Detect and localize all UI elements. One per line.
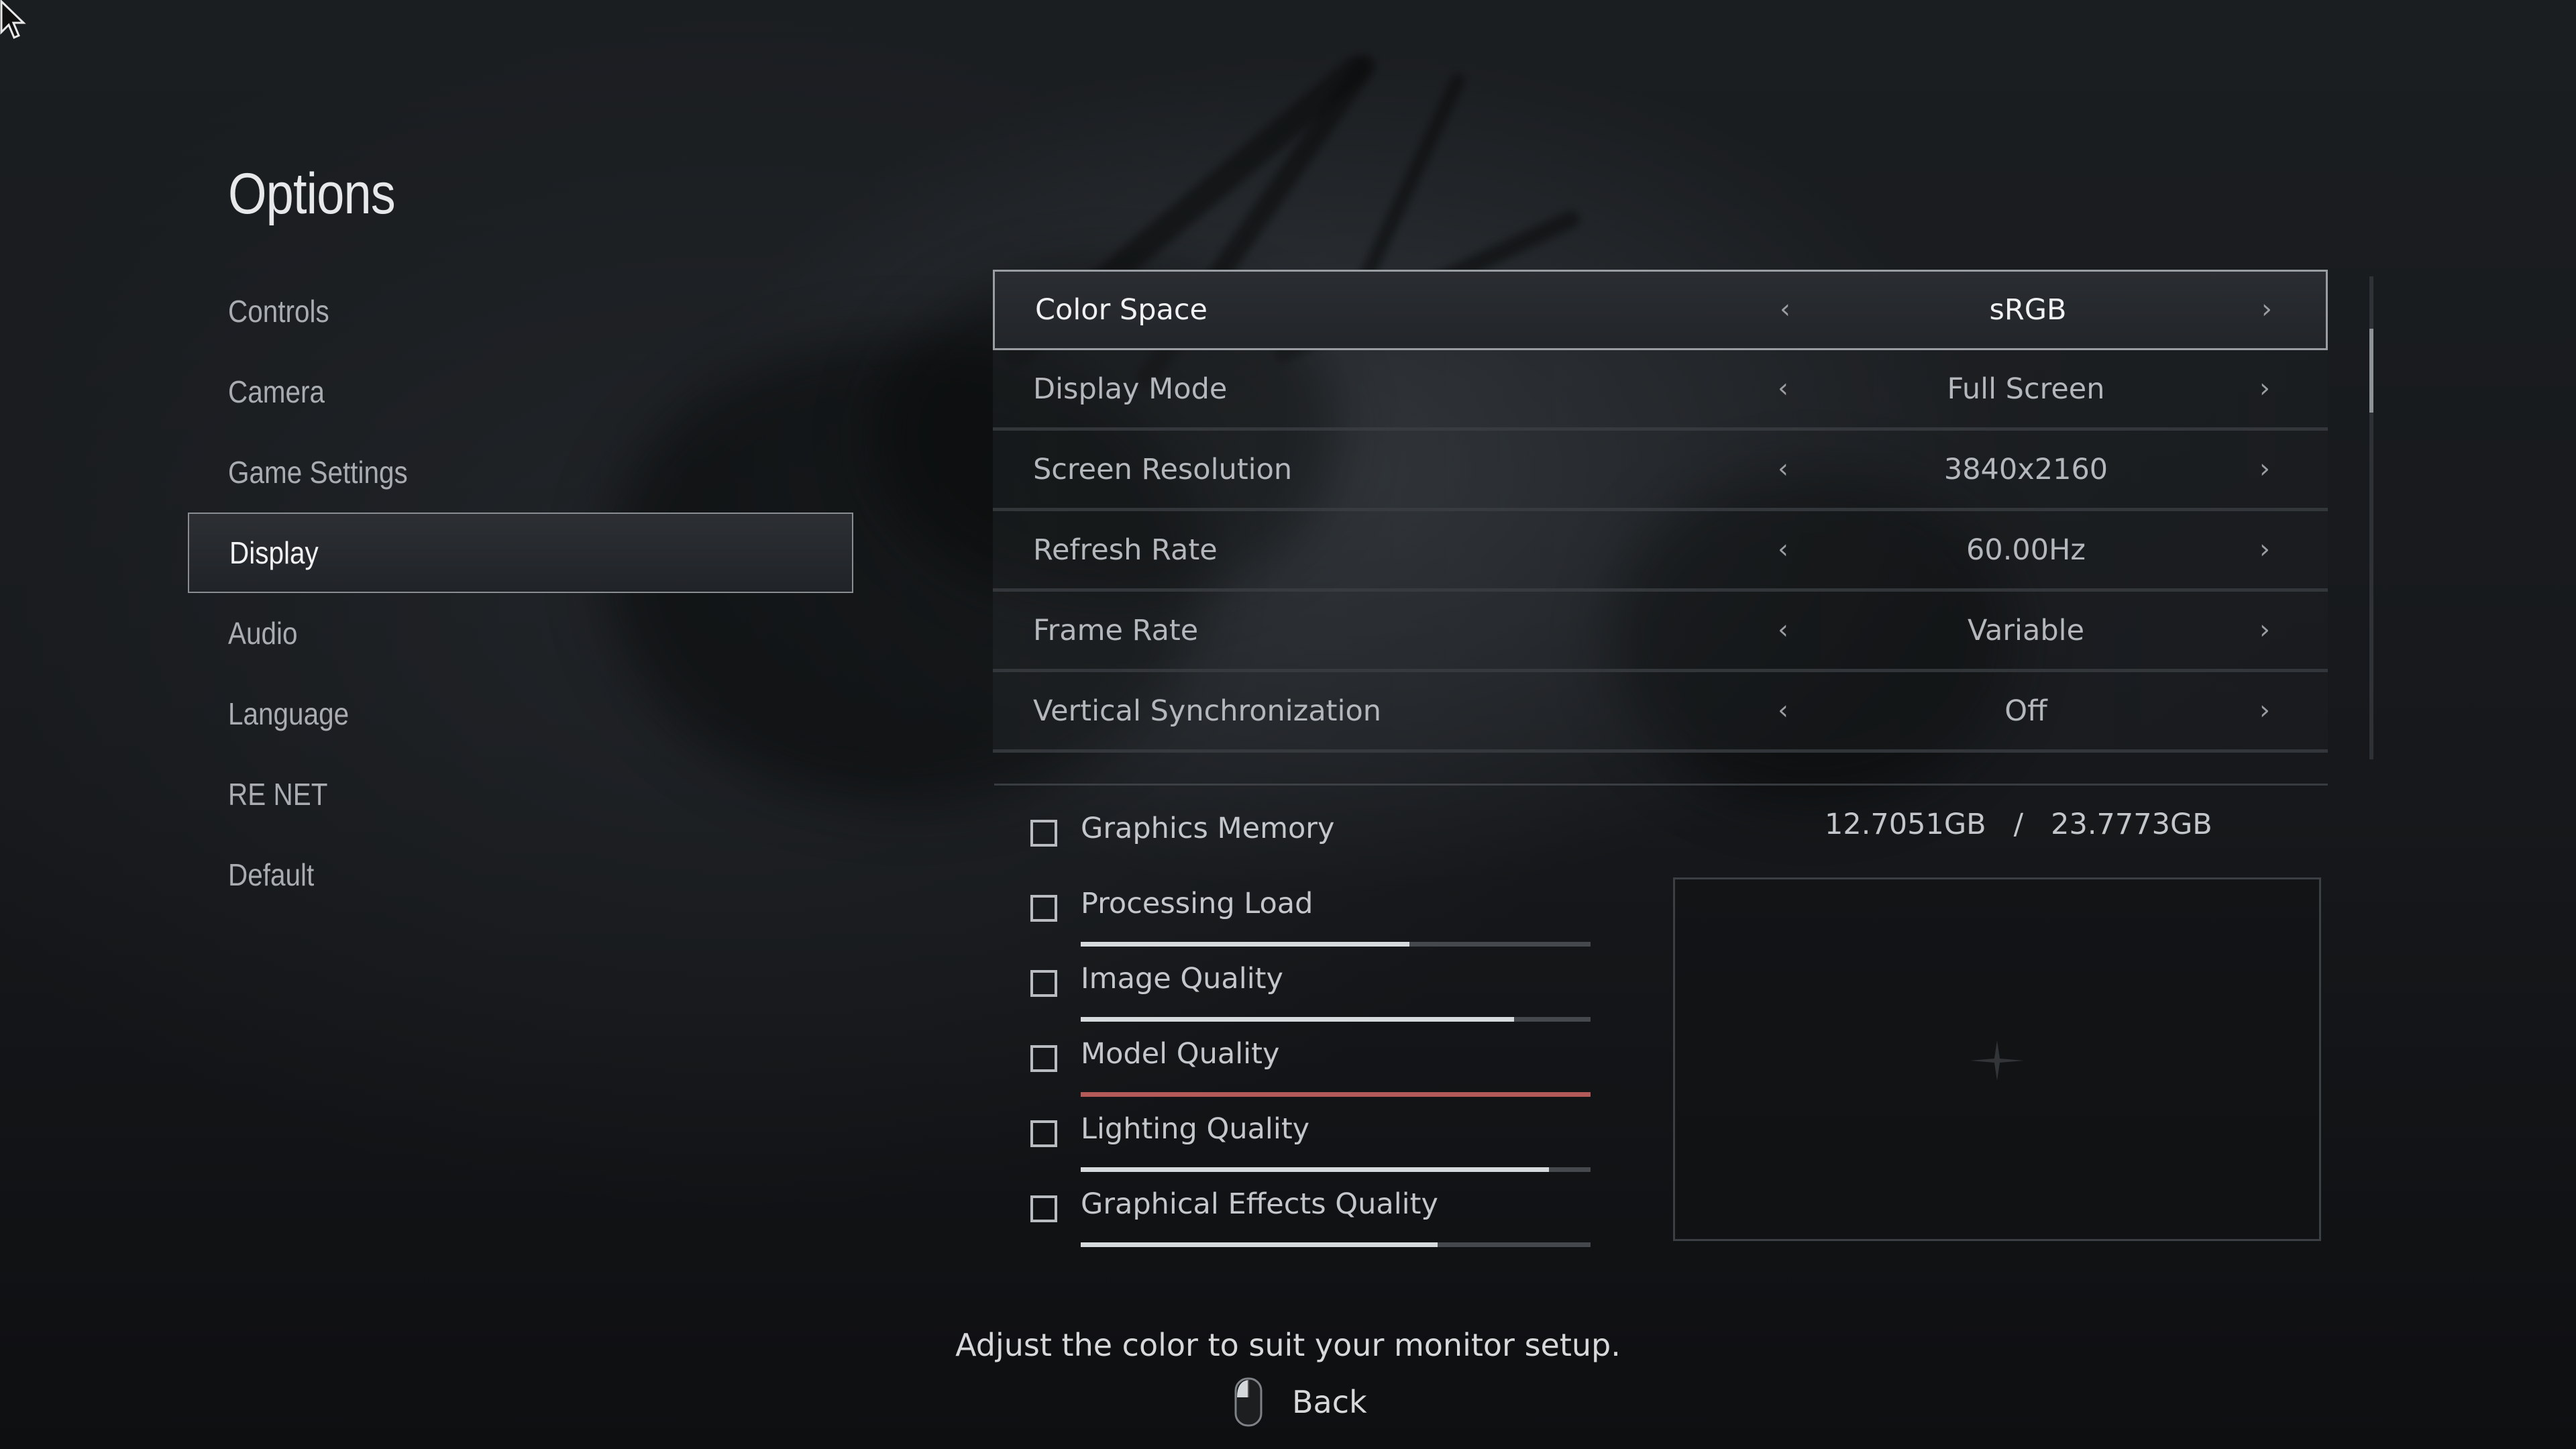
display-settings-list: Color Space ‹ sRGB › Display Mode ‹ Full…: [993, 270, 2328, 753]
menu-item-display[interactable]: Display: [188, 513, 853, 593]
meter-track: [1081, 1242, 1591, 1247]
quality-meter-image-quality: Image Quality: [1030, 959, 1607, 1034]
page-title: Options: [228, 162, 396, 226]
setting-name: Display Mode: [1033, 372, 1228, 406]
meter-fill: [1081, 1092, 1591, 1097]
setting-name: Frame Rate: [1033, 613, 1199, 647]
meter-label: Graphical Effects Quality: [1081, 1187, 1438, 1221]
setting-value: Full Screen: [1947, 372, 2105, 406]
meter-label: Lighting Quality: [1081, 1112, 1310, 1146]
setting-name: Screen Resolution: [1033, 452, 1293, 486]
setting-name: Refresh Rate: [1033, 533, 1218, 567]
section-divider: [994, 784, 2328, 786]
chevron-left-icon[interactable]: ‹: [1778, 453, 1788, 484]
options-screen: Options Controls Camera Game Settings Di…: [0, 0, 2576, 1449]
setting-value: Variable: [1967, 613, 2085, 647]
meter-fill: [1081, 1167, 1549, 1172]
chevron-right-icon[interactable]: ›: [2259, 695, 2270, 726]
preview-box: [1673, 877, 2321, 1241]
meter-track: [1081, 1017, 1591, 1022]
graphics-memory-readout: 12.7051GB / 23.7773GB: [1825, 808, 2212, 841]
chevron-left-icon[interactable]: ‹: [1778, 695, 1788, 726]
setting-row-color-space[interactable]: Color Space ‹ sRGB ›: [993, 270, 2328, 350]
mouse-cursor-icon: [0, 0, 26, 39]
meter-track: [1081, 1167, 1591, 1172]
meter-label: Model Quality: [1081, 1037, 1280, 1071]
chevron-left-icon[interactable]: ‹: [1778, 534, 1788, 565]
chevron-left-icon[interactable]: ‹: [1778, 614, 1788, 645]
meter-label: Image Quality: [1081, 962, 1283, 996]
chevron-right-icon[interactable]: ›: [2259, 453, 2270, 484]
menu-item-label: Default: [228, 857, 315, 892]
chevron-left-icon[interactable]: ‹: [1778, 373, 1788, 404]
chevron-right-icon[interactable]: ›: [2259, 614, 2270, 645]
quality-meter-lighting-quality: Lighting Quality: [1030, 1110, 1607, 1185]
sparkle-icon: [1970, 1040, 2024, 1081]
menu-item-label: Game Settings: [228, 455, 408, 490]
menu-item-label: Display: [229, 535, 319, 570]
menu-item-controls[interactable]: Controls: [188, 271, 853, 352]
graphical-effects-checkbox[interactable]: [1030, 1195, 1057, 1222]
mouse-icon: [1234, 1377, 1263, 1427]
menu-item-game-settings[interactable]: Game Settings: [188, 432, 853, 513]
back-button[interactable]: Back: [1234, 1375, 1367, 1429]
quality-meter-graphical-effects: Graphical Effects Quality: [1030, 1185, 1607, 1260]
setting-value: Off: [2004, 694, 2047, 728]
graphics-memory-label: Graphics Memory: [1081, 812, 1335, 845]
meter-label: Processing Load: [1081, 887, 1313, 920]
meter-fill: [1081, 1242, 1438, 1247]
chevron-right-icon[interactable]: ›: [2261, 294, 2272, 325]
lighting-quality-checkbox[interactable]: [1030, 1120, 1057, 1147]
image-quality-checkbox[interactable]: [1030, 970, 1057, 997]
memory-used: 12.7051GB: [1825, 808, 1986, 841]
model-quality-checkbox[interactable]: [1030, 1045, 1057, 1072]
menu-item-label: Language: [228, 696, 350, 731]
memory-total: 23.7773GB: [2051, 808, 2212, 841]
scrollbar-thumb[interactable]: [2369, 329, 2373, 413]
help-text: Adjust the color to suit your monitor se…: [955, 1327, 1621, 1363]
menu-item-audio[interactable]: Audio: [188, 593, 853, 674]
graphics-memory-checkbox[interactable]: [1030, 820, 1057, 847]
meter-fill: [1081, 942, 1410, 947]
meter-track: [1081, 1092, 1591, 1097]
memory-separator: /: [2013, 808, 2024, 841]
processing-load-checkbox[interactable]: [1030, 895, 1057, 922]
back-label: Back: [1292, 1384, 1367, 1420]
setting-row-screen-resolution[interactable]: Screen Resolution ‹ 3840x2160 ›: [993, 431, 2328, 511]
setting-row-frame-rate[interactable]: Frame Rate ‹ Variable ›: [993, 592, 2328, 672]
graphics-memory-row: Graphics Memory: [1030, 809, 1607, 884]
setting-row-vertical-sync[interactable]: Vertical Synchronization ‹ Off ›: [993, 672, 2328, 753]
meter-track: [1081, 942, 1591, 947]
side-menu: Controls Camera Game Settings Display Au…: [188, 271, 853, 915]
chevron-right-icon[interactable]: ›: [2259, 373, 2270, 404]
menu-item-label: Audio: [228, 616, 298, 651]
quality-meter-processing-load: Processing Load: [1030, 884, 1607, 959]
menu-item-label: RE NET: [228, 777, 328, 812]
setting-name: Color Space: [1035, 293, 1208, 327]
menu-item-label: Camera: [228, 374, 325, 409]
setting-row-refresh-rate[interactable]: Refresh Rate ‹ 60.00Hz ›: [993, 511, 2328, 592]
menu-item-re-net[interactable]: RE NET: [188, 754, 853, 835]
menu-item-default[interactable]: Default: [188, 835, 853, 915]
menu-item-label: Controls: [228, 294, 329, 329]
setting-value: 3840x2160: [1943, 452, 2108, 486]
chevron-left-icon[interactable]: ‹: [1780, 294, 1790, 325]
meter-fill: [1081, 1017, 1514, 1022]
setting-value: 60.00Hz: [1966, 533, 2086, 567]
setting-row-display-mode[interactable]: Display Mode ‹ Full Screen ›: [993, 350, 2328, 431]
chevron-right-icon[interactable]: ›: [2259, 534, 2270, 565]
setting-value: sRGB: [1989, 293, 2067, 327]
setting-name: Vertical Synchronization: [1033, 694, 1382, 728]
quality-meter-model-quality: Model Quality: [1030, 1034, 1607, 1110]
menu-item-camera[interactable]: Camera: [188, 352, 853, 432]
menu-item-language[interactable]: Language: [188, 674, 853, 754]
